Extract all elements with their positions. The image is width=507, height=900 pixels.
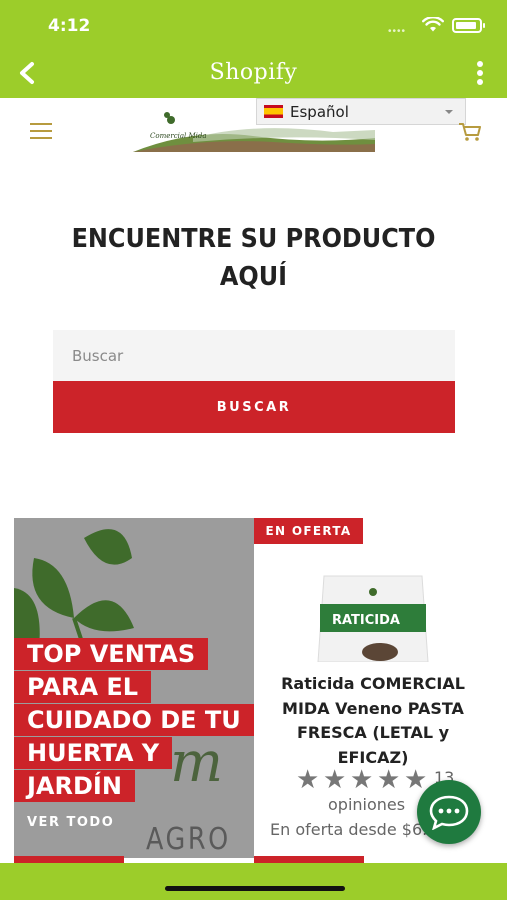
promo-line: HUERTA Y xyxy=(14,737,173,769)
battery-icon xyxy=(452,18,485,33)
spain-flag-icon xyxy=(264,105,283,118)
promo-watermark: AGRO xyxy=(146,822,231,857)
star-icon: ★ xyxy=(323,764,347,794)
more-options-button[interactable] xyxy=(472,61,488,87)
star-icon: ★ xyxy=(350,764,374,794)
search-input[interactable] xyxy=(53,330,455,381)
page-title-line-2: AQUÍ xyxy=(219,262,288,292)
app-screen: 4:12 •••• Shopify Comercial Mida Español xyxy=(0,0,507,900)
star-icon: ★ xyxy=(296,764,320,794)
product-package-label: RATICIDA xyxy=(332,613,400,628)
chevron-down-icon xyxy=(445,110,453,114)
promo-line: TOP VENTAS xyxy=(14,638,209,670)
page-title: ENCUENTRE SU PRODUCTO AQUÍ xyxy=(57,220,450,296)
promo-line: JARDÍN xyxy=(14,770,135,802)
star-icon: ★ xyxy=(377,764,401,794)
app-top-bar: 4:12 •••• Shopify xyxy=(0,0,507,98)
status-time: 4:12 xyxy=(48,16,91,36)
signal-icon: •••• xyxy=(388,26,407,37)
product-price: En oferta desde $6.5 xyxy=(270,820,438,839)
cart-icon[interactable] xyxy=(458,122,482,142)
wifi-icon xyxy=(422,17,444,32)
promo-line: PARA EL xyxy=(14,671,152,703)
promo-line: CUIDADO DE TU xyxy=(14,704,254,736)
home-indicator[interactable] xyxy=(165,886,345,891)
app-title: Shopify xyxy=(209,60,298,85)
menu-icon[interactable] xyxy=(30,123,52,139)
view-all-link[interactable]: VER TODO xyxy=(27,815,114,830)
sale-badge: EN OFERTA xyxy=(254,518,363,544)
promo-headline: TOP VENTAS PARA EL CUIDADO DE TU HUERTA … xyxy=(14,638,254,803)
language-select[interactable]: Español xyxy=(256,98,466,125)
product-image[interactable]: RATICIDA xyxy=(310,570,436,662)
logo-text: Comercial Mida xyxy=(150,132,207,140)
product-title[interactable]: Raticida COMERCIAL MIDA Veneno PASTA FRE… xyxy=(262,672,484,770)
search-button[interactable]: BUSCAR xyxy=(53,381,455,433)
page-title-line-1: ENCUENTRE SU PRODUCTO xyxy=(71,224,436,254)
bottom-bar xyxy=(0,863,507,900)
chat-bubble-icon xyxy=(429,795,469,830)
review-label: opiniones xyxy=(328,795,406,814)
language-label: Español xyxy=(290,102,349,121)
chat-button[interactable] xyxy=(417,780,481,844)
